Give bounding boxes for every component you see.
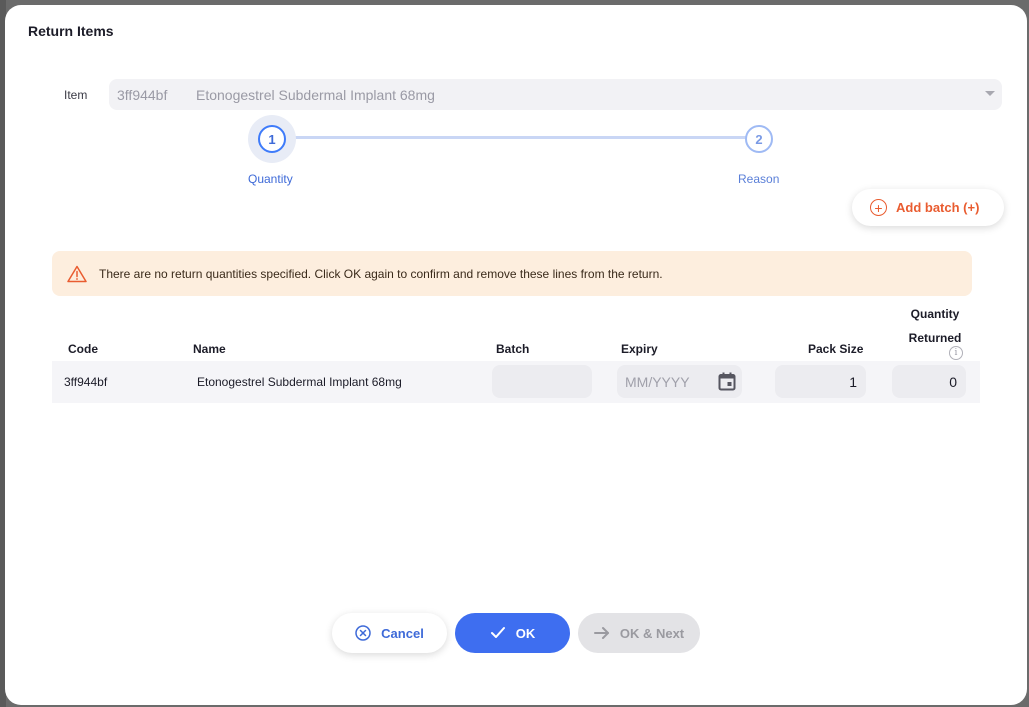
expiry-input[interactable]: MM/YYYY	[617, 365, 742, 398]
info-icon[interactable]: i	[949, 346, 963, 360]
quantity-returned-input[interactable]: 0	[892, 365, 966, 398]
item-code: 3ff944bf	[117, 86, 168, 103]
table-row: 3ff944bf Etonogestrel Subdermal Implant …	[52, 361, 980, 403]
ok-label: OK	[515, 625, 536, 641]
column-header-code: Code	[68, 342, 98, 356]
step-2-circle: 2	[745, 125, 773, 153]
column-header-expiry: Expiry	[621, 342, 658, 356]
step-1-circle: 1	[258, 125, 286, 153]
chevron-down-icon	[985, 91, 995, 96]
pack-size-input[interactable]: 1	[775, 365, 866, 398]
check-icon	[490, 626, 506, 640]
add-batch-label: Add batch (+)	[896, 200, 980, 215]
column-header-name: Name	[193, 342, 226, 356]
column-header-pack-size: Pack Size	[808, 342, 864, 356]
expiry-placeholder: MM/YYYY	[625, 373, 690, 390]
return-items-dialog: Return Items Item 3ff944bf Etonogestrel …	[5, 5, 1027, 705]
alert-message: There are no return quantities specified…	[99, 266, 663, 281]
stepper-connector	[287, 136, 747, 139]
arrow-right-icon	[593, 626, 610, 640]
batch-input[interactable]	[492, 365, 592, 398]
ok-next-button[interactable]: OK & Next	[578, 613, 700, 653]
step-1-label: Quantity	[248, 172, 293, 186]
calendar-icon[interactable]	[718, 372, 736, 391]
row-code: 3ff944bf	[64, 375, 108, 389]
column-header-quantity-returned: Quantity Returned	[908, 307, 962, 345]
warning-alert: There are no return quantities specified…	[52, 251, 972, 296]
ok-next-label: OK & Next	[619, 625, 685, 641]
ok-button[interactable]: OK	[455, 613, 570, 653]
add-batch-button[interactable]: + Add batch (+)	[852, 189, 1004, 226]
row-name: Etonogestrel Subdermal Implant 68mg	[197, 375, 402, 389]
item-select[interactable]: 3ff944bf Etonogestrel Subdermal Implant …	[109, 79, 1002, 110]
column-header-batch: Batch	[496, 342, 530, 356]
warning-icon	[67, 265, 87, 282]
cancel-button[interactable]: Cancel	[332, 613, 447, 653]
item-name: Etonogestrel Subdermal Implant 68mg	[196, 86, 435, 103]
plus-circle-icon: +	[870, 199, 887, 216]
step-2-label: Reason	[738, 172, 780, 186]
cancel-label: Cancel	[381, 625, 424, 641]
close-circle-icon	[355, 625, 371, 641]
dialog-title: Return Items	[28, 23, 114, 39]
item-label: Item	[64, 88, 88, 102]
